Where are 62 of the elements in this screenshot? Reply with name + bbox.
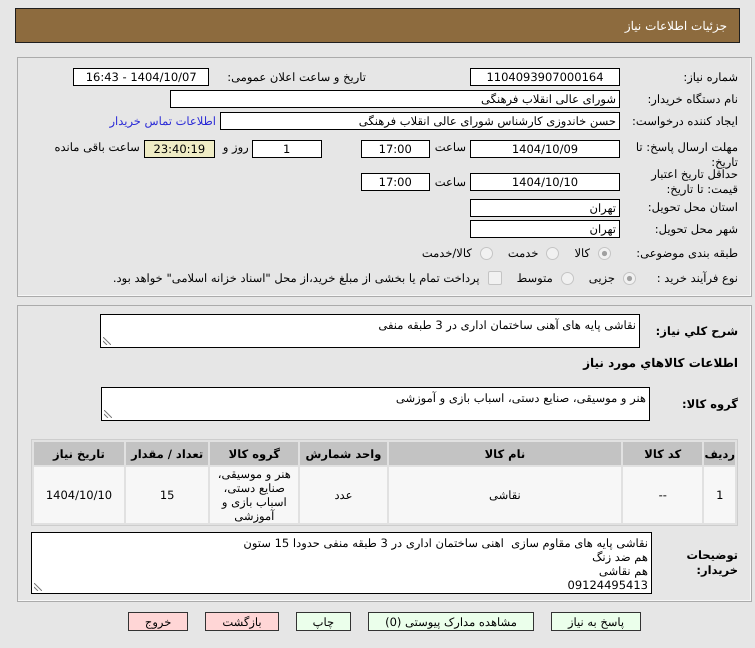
- field-label: شرح کلي نياز:: [654, 324, 738, 338]
- contact-info-link[interactable]: اطلاعات تماس خریدار: [109, 114, 216, 128]
- city-field[interactable]: تهران: [470, 220, 620, 238]
- date-field[interactable]: 1404/10/09: [470, 140, 620, 158]
- requester-field[interactable]: حسن خاندوزی کارشناس شورای عالی انقلاب فرهنگی: [220, 112, 620, 130]
- table-cell: 15: [126, 467, 208, 523]
- column-header: تعداد / مقدار: [126, 442, 208, 465]
- radio-label: متوسط: [516, 271, 553, 285]
- column-header: تاریخ نیاز: [34, 442, 124, 465]
- table-cell: عدد: [300, 467, 387, 523]
- page-title: جزئیات اطلاعات نیاز: [624, 18, 727, 32]
- field-label: مهلت ارسال پاسخ: تا تاریخ:: [634, 140, 738, 169]
- action-button[interactable]: چاپ: [296, 612, 352, 631]
- date-field[interactable]: 1404/10/10: [470, 172, 620, 190]
- column-header: ردیف: [704, 442, 735, 465]
- days-label: روز و: [222, 140, 249, 154]
- buyer-notes-field[interactable]: نقاشی پایه های مقاوم سازی اهنی ساختمان اداری در 3 طبقه منفی حدودا 15 ستون هم ضد زنگ هم نقاشی 09124495413: [31, 532, 652, 594]
- time-field[interactable]: 17:00: [360, 140, 430, 158]
- field-label: شهر محل تحویل:: [654, 222, 738, 236]
- announce-datetime-field[interactable]: 1404/10/07 - 16:43: [73, 68, 210, 86]
- checkbox-label: پرداخت تمام یا بخشی از مبلغ خرید،از محل "اسناد خزانه اسلامی" خواهد بود.: [112, 271, 480, 285]
- table-cell: --: [623, 467, 702, 523]
- radio-label: خدمت: [508, 246, 538, 260]
- remaining-time-field: 23:40:19: [144, 140, 215, 158]
- field-label: شماره نیاز:: [682, 70, 738, 84]
- time-label: ساعت: [434, 174, 466, 188]
- table-cell: هنر و موسیقی، صنایع دستی، اسباب بازی و آموزشی: [210, 467, 298, 523]
- resize-grip-icon[interactable]: [34, 583, 42, 591]
- field-label: نوع فرآیند خرید :: [656, 270, 738, 286]
- action-button[interactable]: پاسخ به نیاز: [550, 612, 642, 631]
- section-title: اطلاعات کالاهاي مورد نياز: [583, 356, 738, 370]
- action-button[interactable]: مشاهده مدارک پیوستی (0): [368, 612, 534, 631]
- field-label: طبقه بندی موضوعی:: [635, 246, 738, 260]
- field-label: تاریخ و ساعت اعلان عمومی:: [227, 70, 366, 84]
- radio-label: کالا/خدمت: [422, 246, 472, 260]
- need-summary-field[interactable]: نقاشی پایه های آهنی ساختمان اداری در 3 طبقه منفی: [100, 314, 640, 348]
- remaining-time-label: ساعت باقی مانده: [54, 140, 140, 154]
- column-header: واحد شمارش: [300, 442, 387, 465]
- radio-label: کالا: [574, 246, 590, 260]
- field-label: نام دستگاه خریدار:: [646, 92, 738, 106]
- column-header: نام کالا: [388, 442, 622, 465]
- province-field[interactable]: تهران: [470, 198, 620, 216]
- resize-grip-icon[interactable]: [104, 410, 112, 418]
- table-cell: نقاشی: [388, 467, 622, 523]
- action-button[interactable]: بازگشت: [205, 612, 279, 631]
- column-header: گروه کالا: [210, 442, 298, 465]
- table-cell: 1: [704, 467, 735, 523]
- action-button[interactable]: خروج: [128, 612, 188, 631]
- days-field[interactable]: 1: [252, 140, 322, 158]
- buyer-org-field[interactable]: شورای عالی انقلاب فرهنگی: [170, 90, 620, 108]
- need-number-field[interactable]: 1104093907000164: [470, 68, 620, 86]
- column-header: کد کالا: [623, 442, 702, 465]
- field-label: گروه کالا:: [681, 396, 738, 412]
- table-cell: 1404/10/10: [34, 467, 124, 523]
- goods-group-field[interactable]: هنر و موسیقی، صنایع دستی، اسباب بازی و آموزشی: [101, 387, 650, 421]
- field-label: ایجاد کننده درخواست:: [631, 114, 738, 128]
- time-label: ساعت: [434, 140, 466, 154]
- radio-label: جزیی: [588, 271, 615, 285]
- resize-grip-icon[interactable]: [103, 337, 111, 345]
- field-label: توضیحات خریدار:: [686, 548, 738, 578]
- field-label: استان محل تحویل:: [646, 200, 738, 215]
- time-field[interactable]: 17:00: [360, 172, 430, 190]
